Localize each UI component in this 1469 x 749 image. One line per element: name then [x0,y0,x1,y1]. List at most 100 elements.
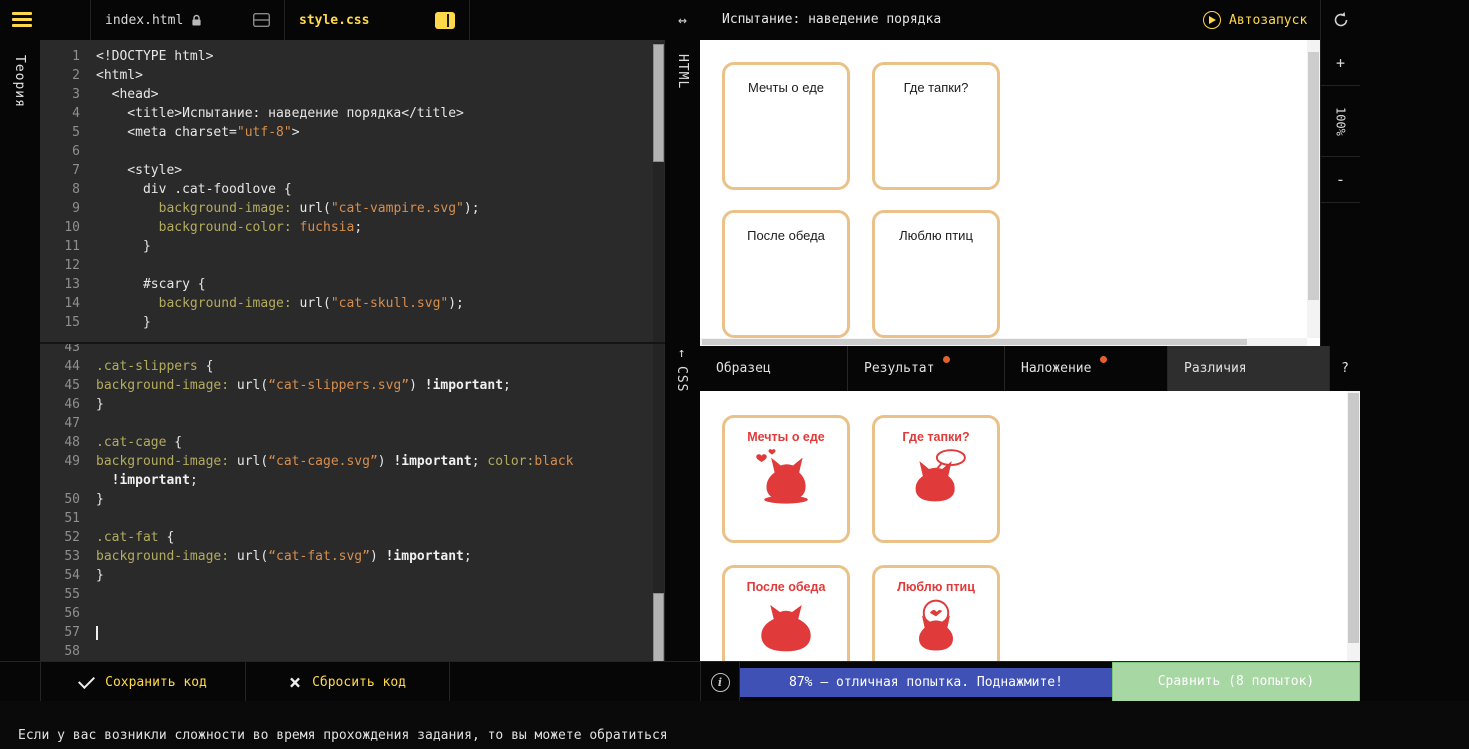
code-text [92,623,98,642]
code-line: 55 [40,585,665,604]
tab-index-html[interactable]: index.html [90,0,285,40]
bottom-bar: Сохранить код × Сбросить код i 87% — отл… [0,661,1360,702]
code-text: div .cat-foodlove { [96,182,292,197]
preview-card[interactable]: После обеда [722,210,850,338]
save-code-button[interactable]: Сохранить код [40,662,246,702]
code-line: 48 .cat-cage { [40,433,665,452]
line-number: 53 [64,549,80,564]
reload-icon [1334,12,1348,27]
pane-resize-handle-icon[interactable]: ↔ [665,0,700,40]
code-line: 54} [40,566,665,585]
line-number: 2 [72,68,80,83]
code-line: 6 [40,142,665,161]
code-line: 52 .cat-fat { [40,528,665,547]
code-line: 10 background-color: fuchsia; [40,218,665,237]
zoom-out-button[interactable]: - [1321,157,1360,203]
preview-title: Испытание: наведение порядка [722,12,942,27]
footer-help-text: Если у вас возникли сложности во время п… [18,728,668,743]
preview-card[interactable]: Люблю птиц [872,210,1000,338]
code-line: 43 [40,344,665,357]
code-line: 53 background-image: url(“cat-fat.svg”) !… [40,547,665,566]
line-number: 6 [72,144,80,159]
html-pane-label[interactable]: HTML [675,54,690,89]
autorun-button[interactable]: Автозапуск [1203,0,1307,40]
diff-card-label: Где тапки? [902,430,970,444]
css-pane-label[interactable]: CSS [674,366,689,392]
tab-sample[interactable]: Образец [700,346,848,391]
code-line: !important; [40,471,665,490]
zoom-in-button[interactable]: + [1321,40,1360,86]
editor-scrollbar[interactable] [653,344,664,693]
preview-card-label: Люблю птиц [899,228,973,243]
tab-overlay[interactable]: Наложение [1005,346,1168,391]
diff-card: Люблю птиц [872,565,1000,661]
scrollbar-thumb[interactable] [1348,393,1359,643]
compare-tab-label: Образец [716,361,771,376]
code-text: } [96,568,104,583]
hamburger-menu-icon[interactable] [12,12,32,28]
top-bar: index.html style.css ↔ Испытание: наведе… [0,0,1469,40]
line-number: 48 [64,435,80,450]
code-line: 4 <title>Испытание: наведение порядка</t… [40,104,665,123]
line-number: 58 [64,644,80,659]
line-number: 13 [64,277,80,292]
compare-tabs: Образец Результат Наложение Различия? [700,346,1360,391]
preview-card-label: Мечты о еде [747,80,825,95]
autorun-label: Автозапуск [1229,12,1308,28]
line-number: 5 [72,125,80,140]
code-line: 45 background-image: url(“cat-slippers.sv… [40,376,665,395]
line-number: 4 [72,106,80,121]
diff-vertical-scrollbar[interactable] [1347,391,1360,661]
code-text: background-image: url("cat-vampire.svg")… [158,201,480,216]
scrollbar-thumb[interactable] [702,339,1247,345]
code-line: 1 <!DOCTYPE html> [40,47,665,66]
left-rail: Теория [0,40,40,749]
preview-card-label: После обеда [747,228,825,243]
split-view-icon[interactable] [253,13,270,27]
preview-card[interactable]: Мечты о еде [722,62,850,190]
diff-card-label: Люблю птиц [897,580,975,594]
editor-preview-divider[interactable]: HTML ↑ CSS [665,40,700,661]
code-line: 13 #scary { [40,275,665,294]
collapse-up-icon[interactable]: ↑ [678,346,686,361]
editor-scrollbar[interactable] [653,42,664,342]
theory-toggle[interactable]: Теория [12,55,27,108]
cat-illustration-foodlove [725,448,847,508]
preview-vertical-scrollbar[interactable] [1307,40,1320,338]
code-line: 49 background-image: url(“cat-cage.svg”) … [40,452,665,471]
code-text: } [96,492,104,507]
diff-card: После обеда [722,565,850,661]
preview-card-label: Где тапки? [903,80,969,95]
scrollbar-thumb[interactable] [1308,52,1319,300]
code-text: <html> [96,68,143,83]
tab-style-css[interactable]: style.css [284,0,470,40]
tab-diff[interactable]: Различия [1168,346,1330,391]
code-line: 8 div .cat-foodlove { [40,180,665,199]
compare-button[interactable]: Сравнить (8 попыток) [1112,662,1360,702]
diff-card-label: Мечты о еде [747,430,825,444]
tab-result[interactable]: Результат [848,346,1005,391]
help-label: ? [1341,361,1349,376]
reload-button[interactable] [1320,0,1361,40]
reset-code-button[interactable]: × Сбросить код [246,662,450,702]
code-text: background-image: url("cat-skull.svg"); [158,296,464,311]
line-number: 44 [64,359,80,374]
code-text: .cat-slippers { [96,359,214,374]
preview-card[interactable]: Где тапки? [872,62,1000,190]
progress-message: 87% — отличная попытка. Поднажмите! [740,668,1112,697]
code-text: } [96,397,104,412]
editor-expand-icon[interactable] [435,11,455,29]
line-number: 55 [64,587,80,602]
css-editor-pane[interactable]: 43 44 .cat-slippers { 45 background-image: u… [40,342,665,661]
unsaved-dot [1100,356,1108,363]
code-line: 50} [40,490,665,509]
html-editor-pane[interactable]: 1 <!DOCTYPE html> 2 <html> 3 <head> 4 <title>… [40,40,665,342]
preview-horizontal-scrollbar[interactable] [700,338,1307,346]
help-tab[interactable]: ? [1330,346,1360,391]
info-button[interactable]: i [700,662,740,702]
scrollbar-thumb[interactable] [653,44,664,162]
